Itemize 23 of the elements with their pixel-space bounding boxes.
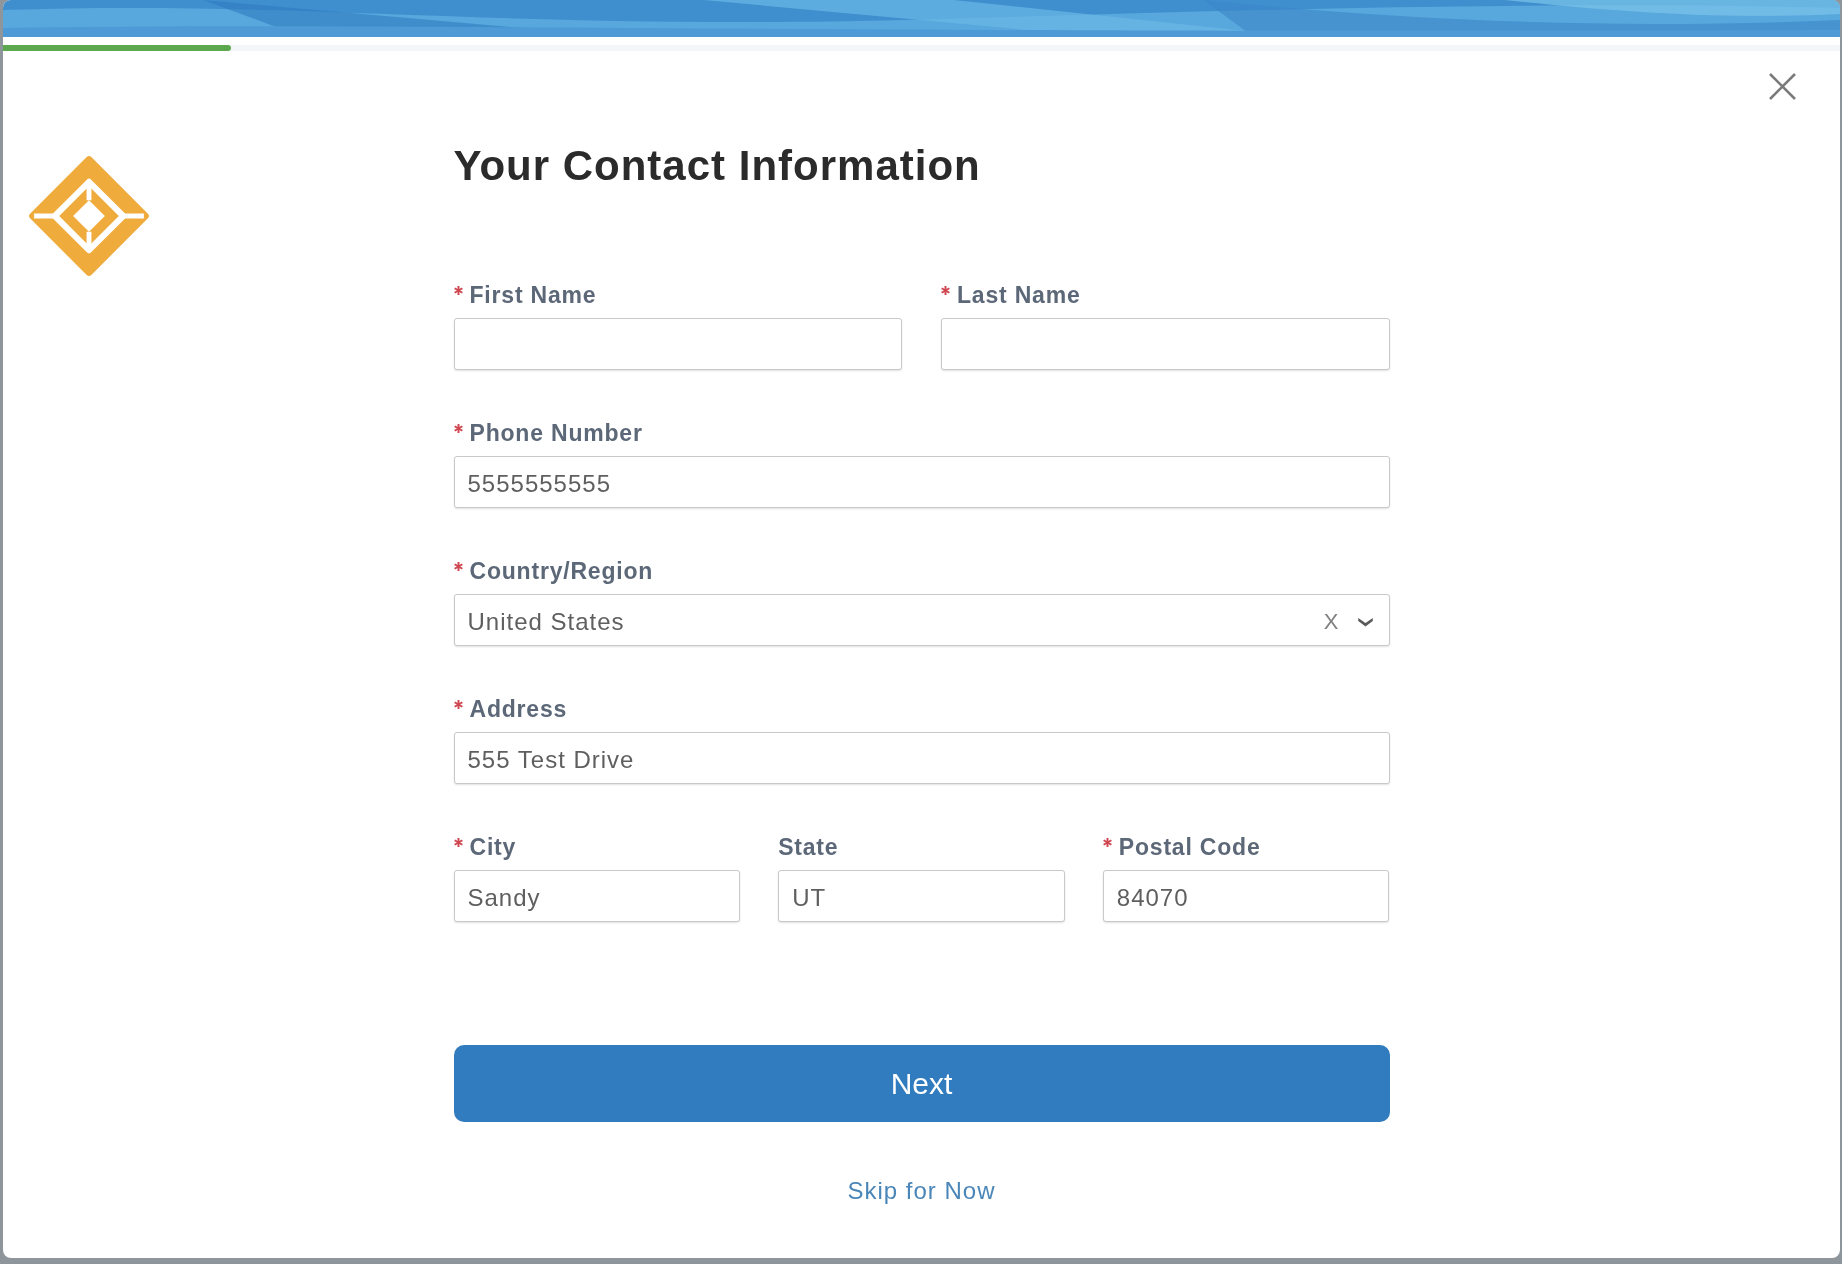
close-icon[interactable] [1769, 73, 1796, 100]
input-field[interactable]: UT [778, 870, 1065, 922]
chevron-down-icon [1356, 616, 1374, 627]
input-field[interactable]: Sandy [453, 870, 741, 922]
skip-link[interactable]: Skip for Now [847, 1176, 996, 1206]
field-label: Country/Region [469, 556, 654, 586]
field-label: Last Name [957, 280, 1081, 310]
form-title: Your Contact Information [453, 141, 982, 191]
input-field[interactable]: 5555555555 [453, 456, 1390, 508]
field-label: Postal Code [1118, 832, 1261, 862]
field-label: State [778, 832, 839, 862]
next-button[interactable]: Next [453, 1045, 1390, 1122]
diamond-logo-icon [28, 155, 150, 277]
field-label: First Name [469, 280, 597, 310]
input-field[interactable] [453, 318, 902, 370]
select-field[interactable]: United States X [453, 594, 1390, 646]
field-label: City [469, 832, 517, 862]
input-field[interactable] [941, 318, 1390, 370]
field-label: Address [469, 694, 568, 724]
input-field[interactable]: 84070 [1102, 870, 1390, 922]
clear-button[interactable]: X [1323, 605, 1339, 638]
input-field[interactable]: 555 Test Drive [453, 732, 1390, 784]
field-label: Phone Number [469, 418, 643, 448]
